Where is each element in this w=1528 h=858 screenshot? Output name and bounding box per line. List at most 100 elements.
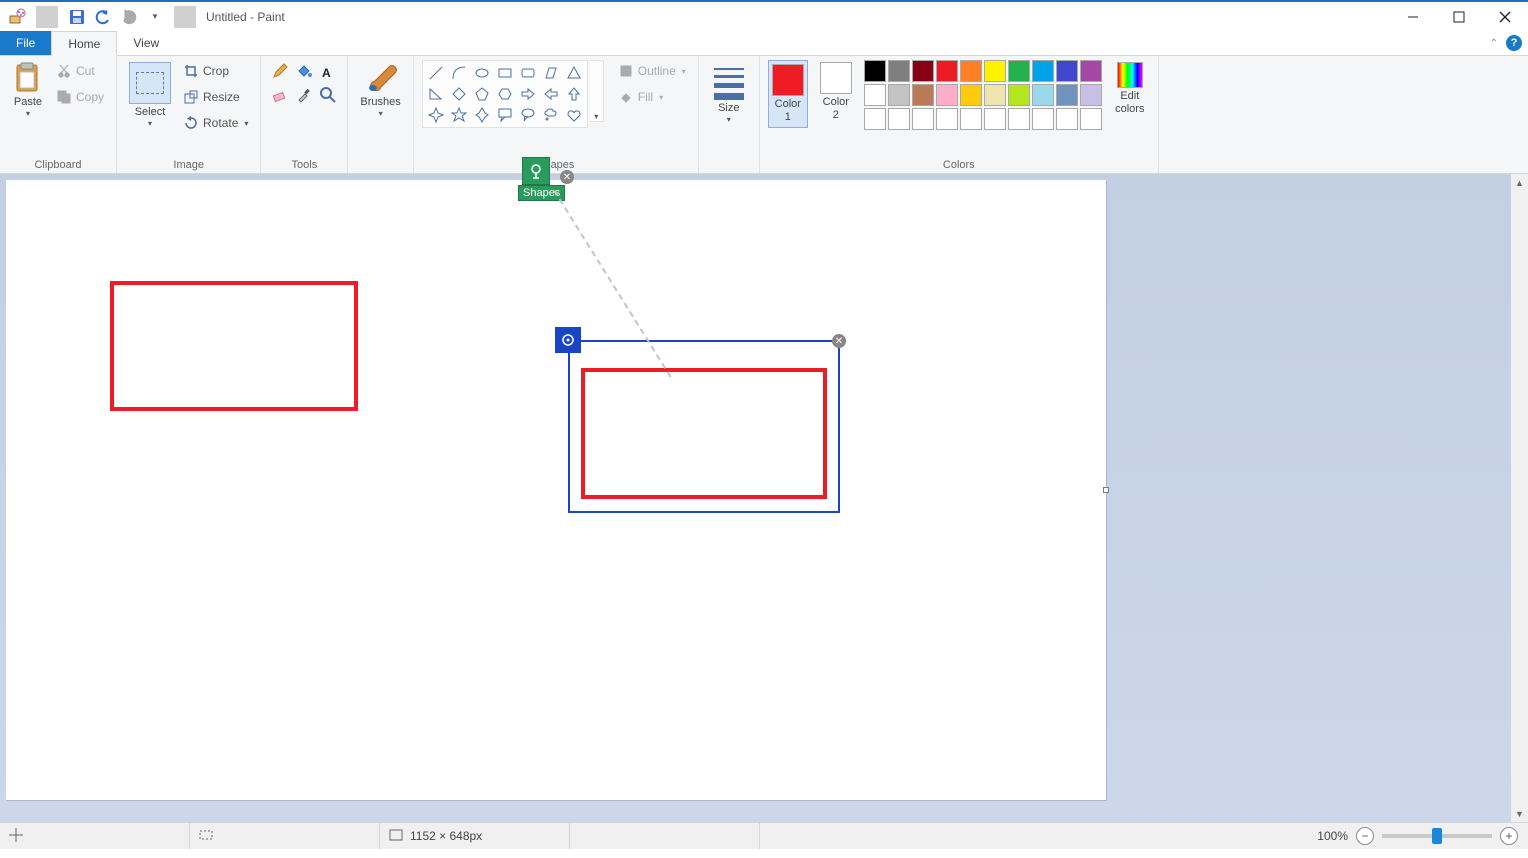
edit-colors-button[interactable]: Edit colors [1110,60,1150,118]
tab-home[interactable]: Home [51,31,117,56]
shape-right-triangle-icon[interactable] [425,84,447,104]
palette-swatch[interactable] [936,60,958,82]
shape-curve-icon[interactable] [448,63,470,83]
vertical-scrollbar[interactable]: ▲ ▼ [1511,174,1528,822]
scroll-up-icon[interactable]: ▲ [1511,174,1528,191]
pencil-tool-icon[interactable] [269,60,291,82]
maximize-button[interactable] [1436,2,1482,31]
text-tool-icon[interactable]: A [317,60,339,82]
brushes-button[interactable]: Brushes ▾ [356,60,404,120]
color2-button[interactable]: Color 2 [816,60,856,124]
palette-swatch[interactable] [912,60,934,82]
minimize-button[interactable] [1390,2,1436,31]
magnifier-tool-icon[interactable] [317,84,339,106]
tab-view[interactable]: View [117,31,175,55]
shape-hexagon-icon[interactable] [494,84,516,104]
palette-swatch[interactable] [984,60,1006,82]
redo-icon[interactable] [118,6,140,28]
shape-arrow-up-icon[interactable] [563,84,585,104]
palette-swatch[interactable] [1008,60,1030,82]
palette-swatch[interactable] [1056,108,1078,130]
shape-star5-icon[interactable] [448,105,470,125]
shape-heart-icon[interactable] [563,105,585,125]
palette-swatch[interactable] [984,108,1006,130]
shape-arrow-right-icon[interactable] [517,84,539,104]
size-button[interactable]: Size ▾ [707,60,751,126]
palette-swatch[interactable] [864,84,886,106]
tab-file[interactable]: File [0,31,51,55]
shape-arrow-left-icon[interactable] [540,84,562,104]
palette-swatch[interactable] [1056,84,1078,106]
resize-button[interactable]: Resize [179,86,252,108]
shape-callout-round-icon[interactable] [517,105,539,125]
paste-button[interactable]: Paste ▾ [8,60,48,120]
annotation-pin-icon[interactable] [522,157,550,185]
shape-oval-icon[interactable] [471,63,493,83]
shape-polygon-icon[interactable] [540,63,562,83]
palette-swatch[interactable] [960,84,982,106]
help-icon[interactable]: ? [1506,35,1522,51]
shapes-gallery[interactable] [422,60,588,128]
shape-pentagon-icon[interactable] [471,84,493,104]
fill-tool-icon[interactable] [293,60,315,82]
scroll-down-icon[interactable]: ▼ [1511,805,1528,822]
minimize-ribbon-icon[interactable]: ⌃ [1490,38,1498,49]
rotate-button[interactable]: Rotate▾ [179,112,252,134]
pasted-selection[interactable]: ✕ [568,340,840,513]
color1-button[interactable]: Color 1 [768,60,808,128]
zoom-in-button[interactable]: + [1500,827,1518,845]
palette-swatch[interactable] [960,60,982,82]
shape-callout-cloud-icon[interactable] [540,105,562,125]
save-icon[interactable] [66,6,88,28]
selection-move-handle-icon[interactable] [555,327,581,353]
picker-tool-icon[interactable] [293,84,315,106]
zoom-out-button[interactable]: − [1356,827,1374,845]
palette-swatch[interactable] [1008,108,1030,130]
palette-swatch[interactable] [888,84,910,106]
cut-button[interactable]: Cut [52,60,108,82]
palette-swatch[interactable] [864,108,886,130]
palette-swatch[interactable] [1032,84,1054,106]
close-button[interactable] [1482,2,1528,31]
palette-swatch[interactable] [960,108,982,130]
selection-close-icon[interactable]: ✕ [832,334,846,348]
shape-star6-icon[interactable] [471,105,493,125]
palette-swatch[interactable] [936,84,958,106]
palette-swatch[interactable] [912,108,934,130]
palette-swatch[interactable] [1056,60,1078,82]
palette-swatch[interactable] [912,84,934,106]
palette-swatch[interactable] [1008,84,1030,106]
select-button[interactable]: Select ▾ [125,60,175,130]
shapes-more-icon[interactable]: ▾ [590,60,604,122]
copy-button[interactable]: Copy [52,86,108,108]
zoom-slider[interactable] [1382,834,1492,838]
shape-roundrect-icon[interactable] [517,63,539,83]
crop-button[interactable]: Crop [179,60,252,82]
palette-swatch[interactable] [888,108,910,130]
shape-triangle-icon[interactable] [563,63,585,83]
palette-swatch[interactable] [888,60,910,82]
fill-button[interactable]: Fill▾ [614,86,690,108]
palette-swatch[interactable] [1080,84,1102,106]
palette-swatch[interactable] [1032,60,1054,82]
palette-swatch[interactable] [1032,108,1054,130]
outline-button[interactable]: Outline▾ [614,60,690,82]
color-palette[interactable] [864,60,1102,130]
palette-swatch[interactable] [984,84,1006,106]
shape-rect-icon[interactable] [494,63,516,83]
qat-customize-icon[interactable]: ▾ [144,6,166,28]
palette-swatch[interactable] [1080,108,1102,130]
shape-diamond-icon[interactable] [448,84,470,104]
palette-swatch[interactable] [1080,60,1102,82]
eraser-tool-icon[interactable] [269,84,291,106]
canvas[interactable]: ✕ [6,180,1106,800]
palette-swatch[interactable] [936,108,958,130]
palette-swatch[interactable] [864,60,886,82]
shape-line-icon[interactable] [425,63,447,83]
undo-icon[interactable] [92,6,114,28]
zoom-slider-thumb[interactable] [1432,828,1442,844]
annotation-close-icon[interactable]: ✕ [560,170,574,184]
shape-callout-rect-icon[interactable] [494,105,516,125]
shape-star4-icon[interactable] [425,105,447,125]
canvas-resize-handle-right[interactable] [1103,487,1109,493]
